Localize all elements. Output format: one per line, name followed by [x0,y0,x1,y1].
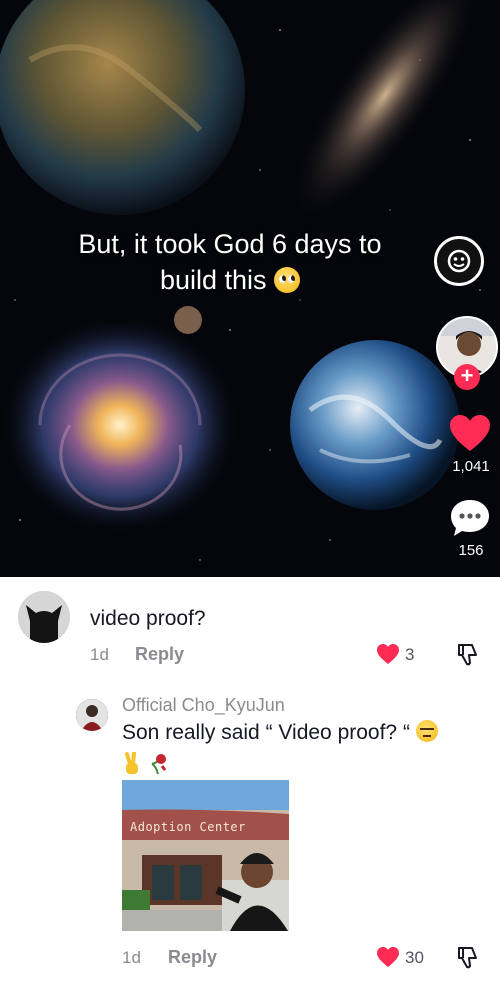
avatar[interactable] [76,699,108,731]
caption-line-2: build this [30,262,430,298]
like-count: 1,041 [452,458,490,475]
reply-username[interactable]: Official Cho_KyuJun [122,695,285,716]
avatar[interactable] [18,591,70,643]
comment-count: 156 [458,542,484,559]
heart-icon[interactable] [376,643,400,665]
action-rail: + 1,041 156 [410,0,500,577]
thumbs-down-icon[interactable] [455,642,481,668]
pleading-face-emoji-icon [274,267,301,293]
reply-button[interactable]: Reply [168,947,217,968]
avatar-reply-image [76,699,108,731]
unamused-face-emoji-icon [415,720,438,742]
reply-like-count: 30 [405,948,424,967]
follow-plus-icon[interactable]: + [454,364,480,390]
scan-icon-glyph [447,249,471,273]
comment-text: video proof? [90,607,206,630]
comment-like-count: 3 [405,645,415,664]
reply-timestamp: 1d [122,948,141,967]
wilted-rose-emoji-icon [151,754,167,775]
avatar-cat-image [18,591,70,643]
heart-icon[interactable] [448,412,492,456]
scan-icon[interactable] [434,236,484,286]
heart-icon[interactable] [376,946,400,968]
caption-line-2-text: build this [159,265,267,295]
adoption-center-photo [122,780,289,931]
emoji-row [122,751,170,777]
video-player[interactable]: But, it took God 6 days to build this + … [0,0,500,577]
comment-icon[interactable] [448,496,492,540]
reply-text: Son really said “ Video proof? “ [122,719,482,747]
thumbs-down-icon[interactable] [455,945,481,971]
reply-text-body: Son really said “ Video proof? “ [122,721,410,744]
comments-panel: video proof? 1d Reply 3 Official Cho_Kyu… [0,577,500,983]
video-caption: But, it took God 6 days to build this [30,226,430,298]
comment-timestamp: 1d [90,645,109,664]
caption-line-1: But, it took God 6 days to [78,229,382,259]
victory-hand-emoji-icon [125,752,138,774]
image-sign-text: Adoption Center [130,820,246,834]
reply-image-meme[interactable]: Adoption Center [122,780,289,931]
reply-button[interactable]: Reply [135,644,184,665]
